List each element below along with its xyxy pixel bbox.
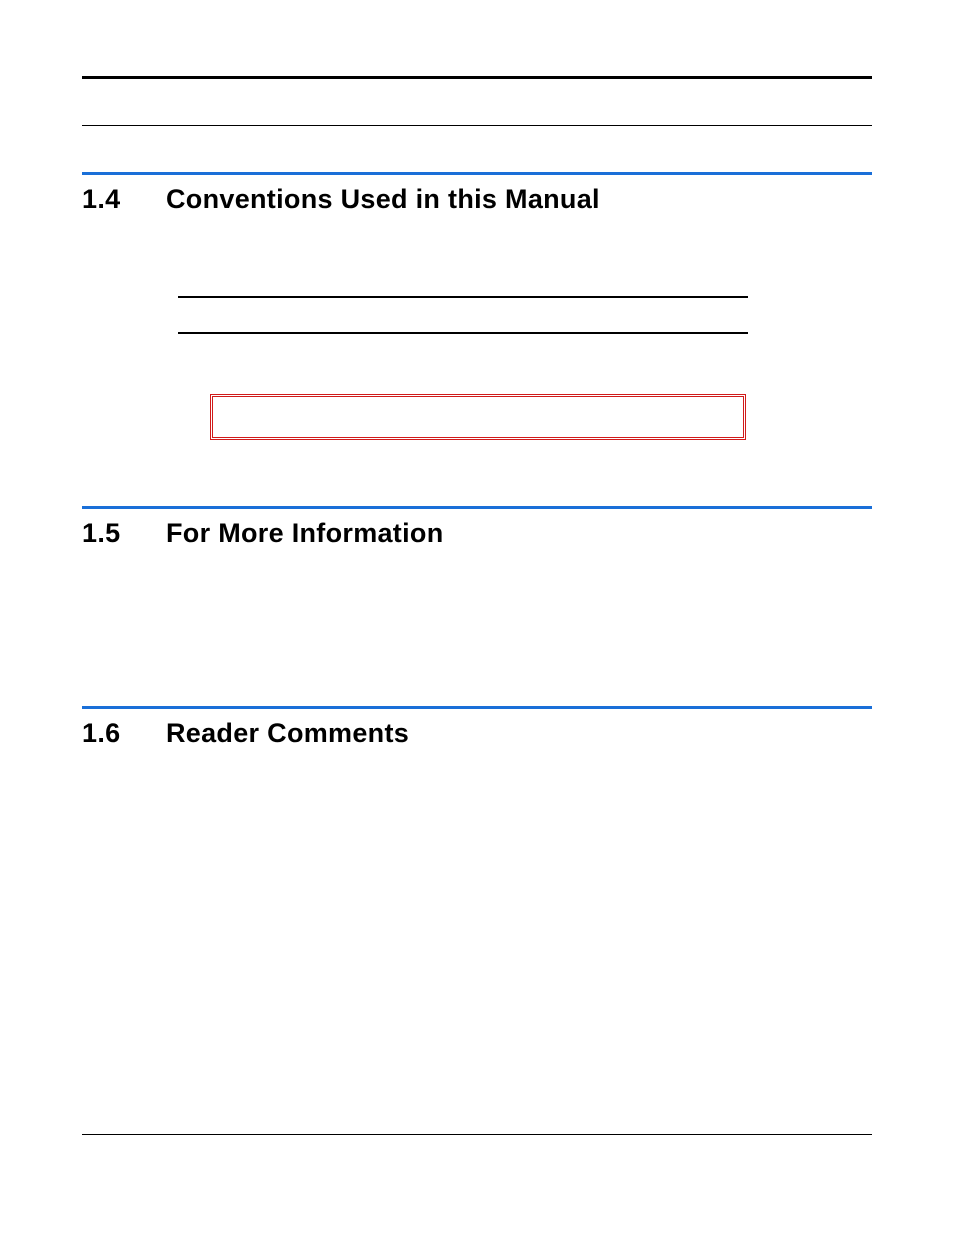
section-heading-1-6: 1.6 Reader Comments (82, 718, 872, 749)
note-rule-bottom (178, 332, 748, 334)
section-divider (82, 172, 872, 175)
document-page: 1.4 Conventions Used in this Manual 1.5 … (0, 0, 954, 1235)
note-rule-top (178, 296, 748, 298)
section-number: 1.5 (82, 518, 138, 549)
section-title: Conventions Used in this Manual (166, 184, 600, 215)
section-number: 1.4 (82, 184, 138, 215)
section-title: For More Information (166, 518, 444, 549)
section-heading-1-5: 1.5 For More Information (82, 518, 872, 549)
section-divider (82, 506, 872, 509)
footer-rule (82, 1134, 872, 1135)
section-number: 1.6 (82, 718, 138, 749)
warning-box (210, 394, 746, 440)
header-rule-secondary (82, 125, 872, 126)
section-divider (82, 706, 872, 709)
section-heading-1-4: 1.4 Conventions Used in this Manual (82, 184, 872, 215)
section-title: Reader Comments (166, 718, 409, 749)
header-rule-primary (82, 76, 872, 79)
